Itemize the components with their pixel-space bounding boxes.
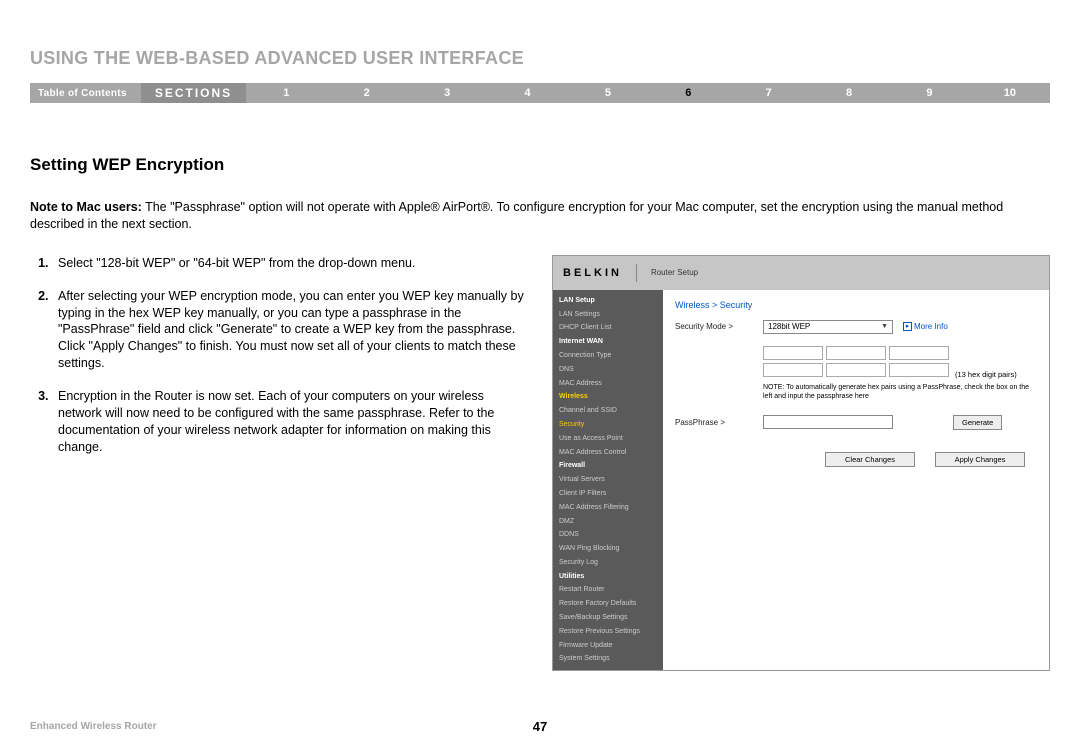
section-link-7[interactable]: 7 xyxy=(729,87,809,99)
note-paragraph: Note to Mac users: The "Passphrase" opti… xyxy=(30,199,1050,233)
section-link-2[interactable]: 2 xyxy=(327,87,407,99)
router-screenshot: BELKIN Router Setup LAN Setup LAN Settin… xyxy=(552,255,1050,672)
steps-list: Select "128-bit WEP" or "64-bit WEP" fro… xyxy=(30,255,530,456)
passphrase-input[interactable] xyxy=(763,415,893,429)
wep-key-input[interactable] xyxy=(826,346,886,360)
clear-changes-button[interactable]: Clear Changes xyxy=(825,452,915,467)
sidebar-item-conn-type[interactable]: Connection Type xyxy=(553,349,663,363)
sidebar-item-utilities[interactable]: Utilities xyxy=(553,570,663,584)
belkin-logo: BELKIN xyxy=(563,267,622,279)
section-link-9[interactable]: 9 xyxy=(889,87,969,99)
section-link-4[interactable]: 4 xyxy=(487,87,567,99)
page-footer: Enhanced Wireless Router 47 xyxy=(30,721,1050,732)
hex-pairs-note: (13 hex digit pairs) xyxy=(955,370,1017,379)
apply-changes-button[interactable]: Apply Changes xyxy=(935,452,1025,467)
breadcrumb[interactable]: Wireless > Security xyxy=(675,300,1037,310)
note-body: The "Passphrase" option will not operate… xyxy=(30,200,1003,231)
step-2: After selecting your WEP encryption mode… xyxy=(52,288,530,372)
sidebar-item-firewall[interactable]: Firewall xyxy=(553,459,663,473)
section-nav-bar: Table of Contents SECTIONS 1 2 3 4 5 6 7… xyxy=(30,83,1050,103)
sidebar-item-fw-update[interactable]: Firmware Update xyxy=(553,639,663,653)
security-mode-label: Security Mode > xyxy=(675,322,753,331)
sidebar-item-restart[interactable]: Restart Router xyxy=(553,583,663,597)
section-link-8[interactable]: 8 xyxy=(809,87,889,99)
wep-key-input[interactable] xyxy=(889,346,949,360)
wep-key-input[interactable] xyxy=(889,363,949,377)
wep-key-input[interactable] xyxy=(763,346,823,360)
sidebar-item-internet-wan[interactable]: Internet WAN xyxy=(553,335,663,349)
sections-label: SECTIONS xyxy=(141,83,246,103)
sidebar-item-use-ap[interactable]: Use as Access Point xyxy=(553,432,663,446)
more-info-link[interactable]: ▸More Info xyxy=(903,322,948,331)
sidebar-item-client-ip[interactable]: Client IP Filters xyxy=(553,487,663,501)
auto-generate-note: NOTE: To automatically generate hex pair… xyxy=(763,383,1037,401)
section-link-1[interactable]: 1 xyxy=(246,87,326,99)
generate-button[interactable]: Generate xyxy=(953,415,1002,430)
sidebar-item-restore-prev[interactable]: Restore Previous Settings xyxy=(553,625,663,639)
sidebar-item-channel-ssid[interactable]: Channel and SSID xyxy=(553,404,663,418)
section-link-5[interactable]: 5 xyxy=(568,87,648,99)
section-link-10[interactable]: 10 xyxy=(970,87,1050,99)
note-label: Note to Mac users: xyxy=(30,200,142,214)
sidebar-item-mac-filter[interactable]: MAC Address Filtering xyxy=(553,501,663,515)
sidebar-item-security[interactable]: Security xyxy=(553,418,663,432)
sidebar-item-dhcp[interactable]: DHCP Client List xyxy=(553,321,663,335)
sidebar-item-sec-log[interactable]: Security Log xyxy=(553,556,663,570)
chevron-down-icon: ▼ xyxy=(881,323,888,330)
sidebar-item-restore-defaults[interactable]: Restore Factory Defaults xyxy=(553,597,663,611)
section-link-6[interactable]: 6 xyxy=(648,87,728,99)
sidebar-item-mac[interactable]: MAC Address xyxy=(553,377,663,391)
sidebar-item-virtual-servers[interactable]: Virtual Servers xyxy=(553,473,663,487)
router-setup-label: Router Setup xyxy=(651,268,698,277)
router-sidebar: LAN Setup LAN Settings DHCP Client List … xyxy=(553,290,663,671)
wep-key-input[interactable] xyxy=(763,363,823,377)
passphrase-label: PassPhrase > xyxy=(675,418,753,427)
sidebar-item-sys-settings[interactable]: System Settings xyxy=(553,652,663,666)
router-main-panel: Wireless > Security Security Mode > 128b… xyxy=(663,290,1049,671)
sidebar-item-dns[interactable]: DNS xyxy=(553,363,663,377)
sidebar-item-wan-ping[interactable]: WAN Ping Blocking xyxy=(553,542,663,556)
page-number: 47 xyxy=(533,719,547,734)
page-title: USING THE WEB-BASED ADVANCED USER INTERF… xyxy=(30,48,1050,69)
sidebar-item-lan-setup[interactable]: LAN Setup xyxy=(553,294,663,308)
sidebar-item-ddns[interactable]: DDNS xyxy=(553,528,663,542)
router-top-bar: BELKIN Router Setup xyxy=(553,256,1049,290)
sidebar-item-mac-ctrl[interactable]: MAC Address Control xyxy=(553,446,663,460)
toc-link[interactable]: Table of Contents xyxy=(30,88,141,99)
sidebar-item-wireless[interactable]: Wireless xyxy=(553,390,663,404)
security-mode-value: 128bit WEP xyxy=(768,322,810,331)
wep-key-input[interactable] xyxy=(826,363,886,377)
info-icon: ▸ xyxy=(903,322,912,331)
security-mode-select[interactable]: 128bit WEP ▼ xyxy=(763,320,893,334)
wep-key-grid xyxy=(763,346,949,377)
sidebar-item-dmz[interactable]: DMZ xyxy=(553,515,663,529)
footer-product-name: Enhanced Wireless Router xyxy=(30,721,157,732)
sidebar-item-lan-settings[interactable]: LAN Settings xyxy=(553,308,663,322)
section-link-3[interactable]: 3 xyxy=(407,87,487,99)
divider xyxy=(636,264,637,282)
section-heading: Setting WEP Encryption xyxy=(30,155,1050,175)
step-1: Select "128-bit WEP" or "64-bit WEP" fro… xyxy=(52,255,530,272)
sidebar-item-save-backup[interactable]: Save/Backup Settings xyxy=(553,611,663,625)
section-numbers: 1 2 3 4 5 6 7 8 9 10 xyxy=(246,87,1050,99)
step-3: Encryption in the Router is now set. Eac… xyxy=(52,388,530,456)
